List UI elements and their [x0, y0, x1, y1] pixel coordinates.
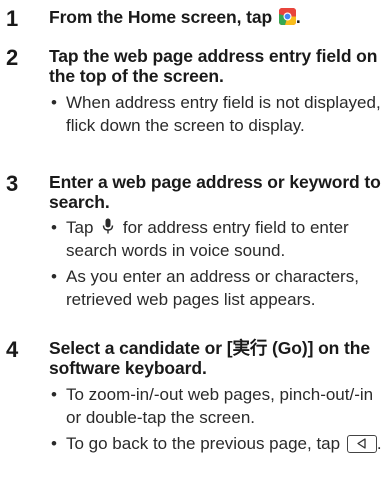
note-item: When address entry field is not displaye…: [49, 91, 383, 137]
instruction-page: 1 From the Home screen, tap . 2 Tap the …: [0, 0, 385, 488]
step-title: Tap the web page address entry field on …: [49, 46, 378, 86]
note-text: .: [376, 434, 382, 453]
step-notes: When address entry field is not displaye…: [49, 91, 383, 140]
step-number: 1: [6, 6, 19, 31]
note-item: Tap for address entry field to enter sea…: [49, 216, 383, 262]
note-item: To go back to the previous page, tap .: [49, 432, 383, 455]
step-title: Enter a web page address or keyword to s…: [49, 172, 381, 212]
microphone-icon: [102, 218, 114, 235]
note-text: To go back to the previous page, tap: [66, 434, 345, 453]
step-title: From the Home screen, tap .: [49, 7, 383, 27]
note-item: To zoom-in/-out web pages, pinch-out/-in…: [49, 383, 383, 429]
back-key-icon: [346, 435, 377, 453]
step-title-text: From the Home screen, tap: [49, 7, 277, 27]
step-number: 3: [6, 171, 19, 196]
note-item: As you enter an address or characters, r…: [49, 265, 383, 311]
step-title-end: .: [295, 7, 301, 27]
step-number: 4: [6, 337, 19, 362]
step-number: 2: [6, 45, 19, 70]
chrome-icon: [278, 8, 296, 25]
note-text: Tap: [66, 218, 99, 237]
step-title: Select a candidate or [実行 (Go)] on the s…: [49, 338, 370, 378]
step-notes: Tap for address entry field to enter sea…: [49, 216, 383, 314]
step-notes: To zoom-in/-out web pages, pinch-out/-in…: [49, 383, 383, 458]
